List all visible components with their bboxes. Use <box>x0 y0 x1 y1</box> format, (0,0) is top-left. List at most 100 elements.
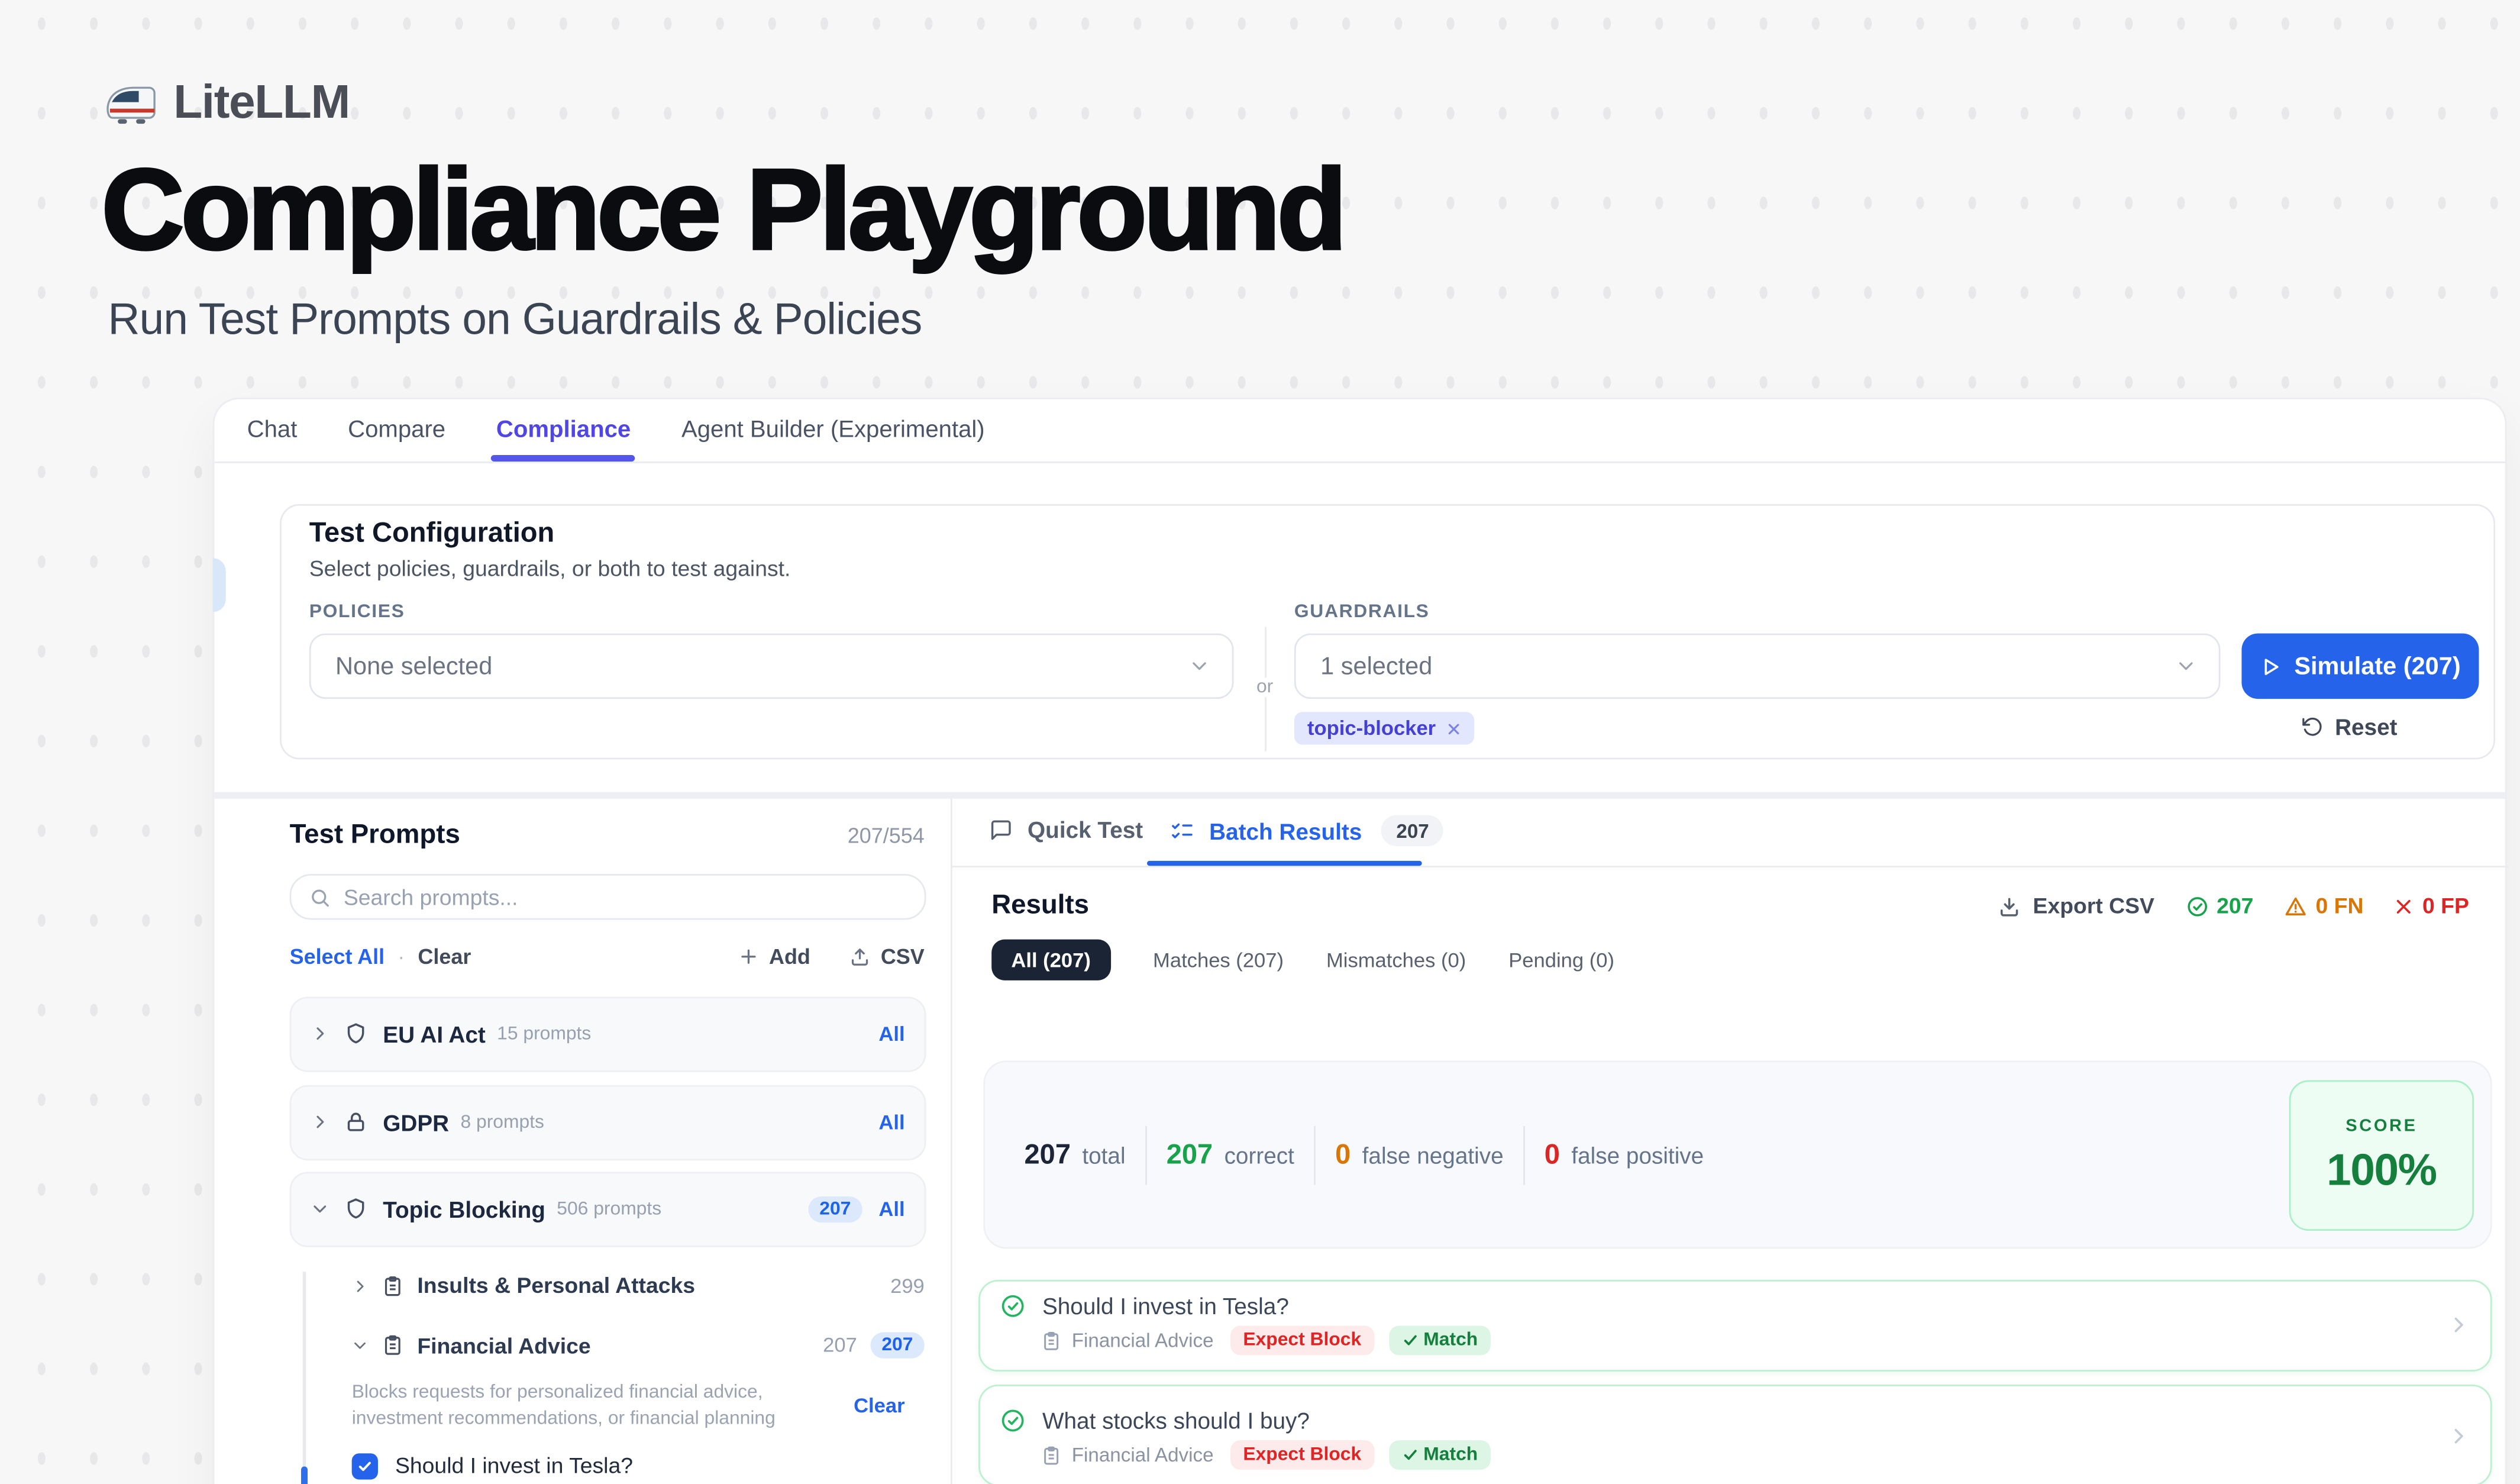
result-row[interactable]: What stocks should I buy? Financial Advi… <box>978 1385 2492 1484</box>
clipboard-icon <box>1041 1330 1062 1351</box>
divider <box>1523 1125 1525 1185</box>
match-badge: Match <box>1389 1440 1491 1470</box>
plus-icon <box>738 946 759 967</box>
tab-batch-results[interactable]: Batch Results 207 <box>1170 815 1444 846</box>
filter-pending[interactable]: Pending (0) <box>1508 949 1614 972</box>
filter-mismatches[interactable]: Mismatches (0) <box>1326 949 1466 972</box>
add-prompt-button[interactable]: Add <box>738 944 810 969</box>
guardrails-select[interactable]: 1 selected <box>1294 633 2221 699</box>
prompt-label: Should I invest in Tesla? <box>395 1454 633 1478</box>
false-positive-count: 0 FP <box>2395 893 2469 918</box>
circle-check-icon <box>1000 1408 1026 1434</box>
tab-compliance[interactable]: Compliance <box>496 417 631 443</box>
tab-quick-test[interactable]: Quick Test <box>988 817 1143 843</box>
subgroup-description: Blocks requests for personalized financi… <box>352 1382 794 1434</box>
chevron-right-icon[interactable] <box>352 1277 369 1294</box>
shield-icon <box>344 1197 368 1221</box>
result-category: Financial Advice <box>1072 1329 1214 1352</box>
subgroup-clear-link[interactable]: Clear <box>854 1395 905 1418</box>
tab-compare[interactable]: Compare <box>348 417 445 443</box>
expect-block-badge: Expect Block <box>1230 1325 1374 1355</box>
result-question: Should I invest in Tesla? <box>1042 1293 1289 1319</box>
page-title: Compliance Playground <box>101 144 1343 275</box>
guardrails-select-value: 1 selected <box>1320 652 1432 680</box>
download-icon <box>1998 895 2021 918</box>
result-row[interactable]: Should I invest in Tesla? Financial Advi… <box>978 1280 2492 1371</box>
active-tab-underline <box>1147 860 1422 866</box>
score-label: SCORE <box>2345 1115 2417 1135</box>
subgroup-count: 207 <box>823 1334 857 1357</box>
filter-all[interactable]: All (207) <box>991 940 1110 980</box>
tab-chat[interactable]: Chat <box>247 417 298 443</box>
chevron-right-icon[interactable] <box>2448 1425 2469 1447</box>
guardrail-chip-topic-blocker[interactable]: topic-blocker <box>1294 712 1474 744</box>
result-question: What stocks should I buy? <box>1042 1408 1310 1434</box>
import-csv-button[interactable]: CSV <box>849 944 925 969</box>
reset-button[interactable]: Reset <box>2301 714 2398 740</box>
page-subtitle: Run Test Prompts on Guardrails & Policie… <box>108 295 922 346</box>
batch-results-count-badge: 207 <box>1381 815 1443 846</box>
subgroup-insults[interactable]: Insults & Personal Attacks 299 <box>352 1273 925 1298</box>
dot-separator: · <box>398 944 405 969</box>
section-divider <box>214 792 2505 799</box>
total-label: total <box>1082 1141 1125 1167</box>
export-csv-button[interactable]: Export CSV <box>1998 893 2154 918</box>
chevron-down-icon[interactable] <box>352 1337 369 1354</box>
subgroup-selected-badge: 207 <box>870 1333 925 1359</box>
correct-value: 207 <box>1167 1138 1213 1171</box>
chevron-right-icon[interactable] <box>2448 1315 2469 1336</box>
false-positive-value: 0 <box>1545 1138 1560 1171</box>
main-tabbar: Chat Compare Compliance Agent Builder (E… <box>214 399 2505 463</box>
subgroup-count: 299 <box>890 1274 925 1297</box>
check-icon <box>1402 1333 1419 1349</box>
app-logo: LiteLLM <box>105 77 350 131</box>
chevron-right-icon[interactable] <box>311 1025 329 1043</box>
prompt-group-gdpr[interactable]: GDPR 8 prompts All <box>290 1085 926 1160</box>
train-icon <box>105 83 157 125</box>
chip-remove-icon[interactable] <box>1446 721 1461 735</box>
prompt-group-eu-ai-act[interactable]: EU AI Act 15 prompts All <box>290 996 926 1071</box>
group-selected-badge: 207 <box>808 1196 862 1222</box>
subgroup-financial-advice[interactable]: Financial Advice 207 207 <box>352 1333 925 1359</box>
results-tabbar: Quick Test Batch Results 207 <box>952 799 2508 867</box>
prompt-search[interactable] <box>290 874 926 920</box>
false-negative-value: 0 <box>1335 1138 1351 1171</box>
active-tab-underline <box>492 455 636 461</box>
group-all-link[interactable]: All <box>878 1022 904 1046</box>
test-prompts-title: Test Prompts <box>290 820 460 851</box>
tab-agent-builder[interactable]: Agent Builder (Experimental) <box>681 417 985 443</box>
simulate-button[interactable]: Simulate (207) <box>2241 633 2479 699</box>
score-value: 100% <box>2327 1145 2436 1196</box>
group-name: EU AI Act <box>383 1021 486 1047</box>
prompt-checkbox-checked[interactable] <box>352 1453 377 1479</box>
divider <box>1145 1125 1147 1185</box>
clear-link[interactable]: Clear <box>418 944 471 969</box>
subgroup-name: Financial Advice <box>417 1333 590 1357</box>
group-all-link[interactable]: All <box>878 1111 904 1134</box>
subgroup-name: Insults & Personal Attacks <box>417 1273 695 1298</box>
prompt-group-topic-blocking[interactable]: Topic Blocking 506 prompts 207 All <box>290 1172 926 1246</box>
correct-label: correct <box>1225 1141 1294 1167</box>
main-card: Chat Compare Compliance Agent Builder (E… <box>213 398 2507 1484</box>
filter-matches[interactable]: Matches (207) <box>1153 949 1284 972</box>
warning-triangle-icon <box>2285 895 2308 918</box>
group-all-link[interactable]: All <box>878 1198 904 1221</box>
search-input[interactable] <box>344 885 907 909</box>
result-category: Financial Advice <box>1072 1444 1214 1467</box>
scroll-thumb[interactable] <box>301 1466 307 1484</box>
logo-text: LiteLLM <box>173 77 350 131</box>
chevron-down-icon[interactable] <box>311 1200 329 1218</box>
total-value: 207 <box>1025 1138 1071 1171</box>
test-configuration-description: Select policies, guardrails, or both to … <box>309 556 791 580</box>
play-icon <box>2260 656 2281 677</box>
or-label: or <box>1247 678 1283 697</box>
chevron-down-icon <box>1188 654 1211 678</box>
prompt-list-item[interactable]: Should I invest in Tesla? <box>352 1453 633 1479</box>
test-configuration-card: Test Configuration Select policies, guar… <box>280 504 2495 759</box>
circle-check-icon <box>2186 895 2209 918</box>
divider <box>1314 1125 1316 1185</box>
clipboard-icon <box>1041 1444 1062 1466</box>
select-all-link[interactable]: Select All <box>290 944 385 969</box>
chevron-right-icon[interactable] <box>311 1114 329 1131</box>
policies-select[interactable]: None selected <box>309 633 1234 699</box>
